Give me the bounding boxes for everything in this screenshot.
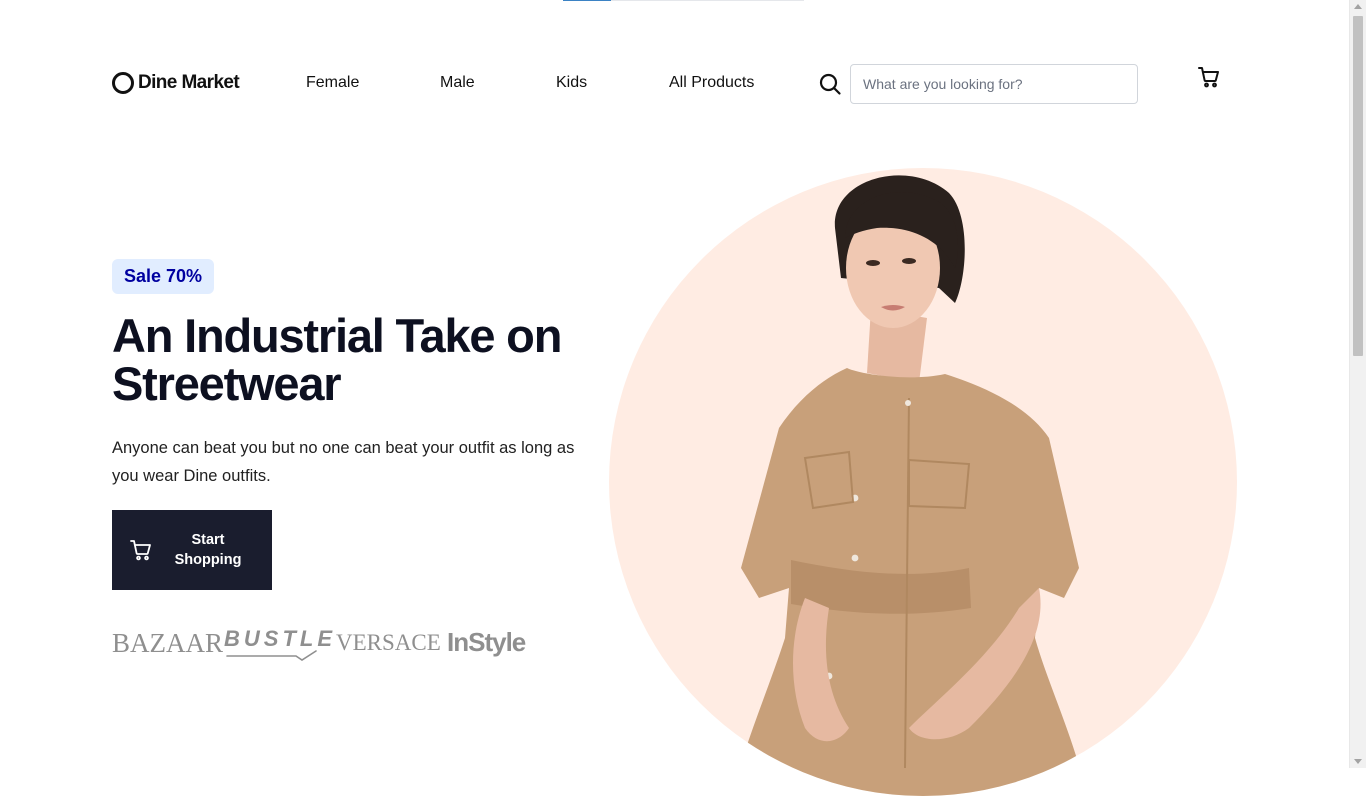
brand-logo-bustle-text: BUSTLE [224,626,336,651]
start-shopping-button[interactable]: Start Shopping [112,510,272,590]
search-icon[interactable] [818,72,842,96]
page-progress-fill [563,0,612,1]
scroll-up-arrow-icon[interactable] [1354,4,1362,9]
cart-icon[interactable] [1197,65,1221,89]
bustle-swoosh-icon [226,650,317,661]
hero-model-image [731,175,1087,796]
logo-text: Dine Market [138,72,240,93]
nav-item-female[interactable]: Female [306,74,359,92]
page-progress-bar [563,0,804,1]
site-logo[interactable]: Dine Market [112,72,240,94]
nav-item-kids[interactable]: Kids [556,74,587,92]
brand-logo-instyle: InStyle [447,627,526,657]
search-field[interactable] [850,64,1138,104]
brand-logo-versace: VERSACE [336,630,441,655]
start-shopping-label: Start Shopping [174,532,242,568]
scrollbar-thumb[interactable] [1353,16,1363,356]
search-input[interactable] [851,65,1137,103]
brand-logo-bustle: BUSTLE [224,626,336,661]
cart-icon [130,540,151,561]
page-scrollbar[interactable] [1349,0,1366,768]
sale-badge: Sale 70% [112,259,214,294]
nav-item-male[interactable]: Male [440,74,475,92]
logo-ring-icon [112,72,134,94]
nav-item-all-products[interactable]: All Products [669,74,754,92]
brand-logo-bazaar: BAZAAR [112,628,224,658]
scroll-down-arrow-icon[interactable] [1354,759,1362,764]
hero-image-backdrop [609,168,1237,796]
hero-subtitle: Anyone can beat you but no one can beat … [112,439,575,485]
hero-title: An Industrial Take on Streetwear [112,309,562,410]
